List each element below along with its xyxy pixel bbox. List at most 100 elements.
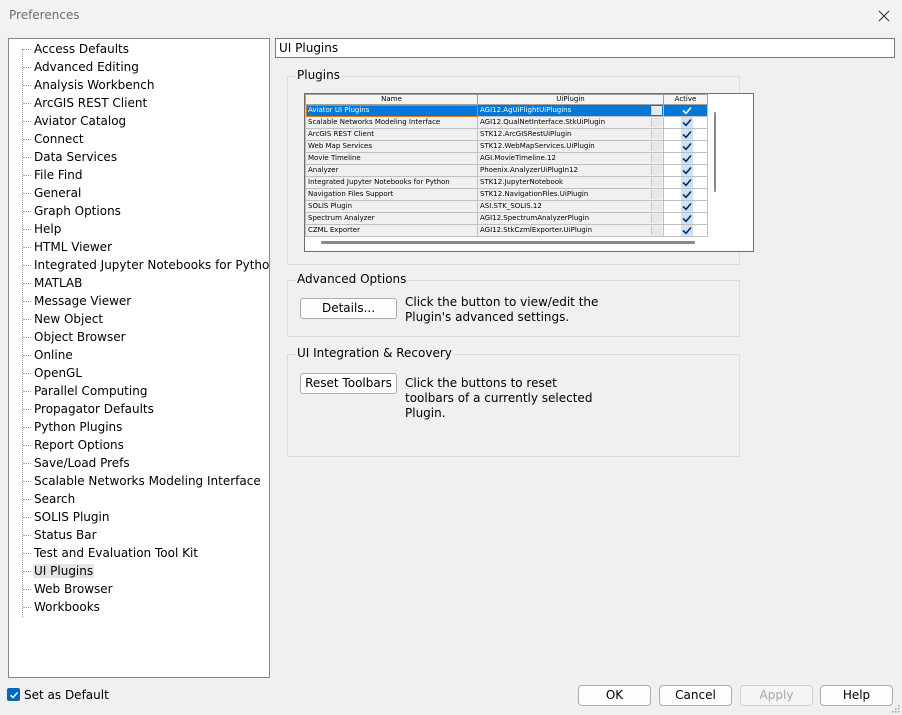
- active-checkbox[interactable]: [681, 201, 693, 212]
- preferences-tree[interactable]: Access Defaults Advanced Editing Analysis …: [8, 38, 270, 678]
- uiplugin-cell[interactable]: STK12.JupyterNotebook: [477, 176, 664, 189]
- table-row[interactable]: Navigation Files Support STK12.Navigation…: [305, 188, 708, 201]
- uiplugin-dropdown-button[interactable]: [651, 130, 662, 139]
- vertical-scrollbar[interactable]: [714, 112, 716, 192]
- table-row[interactable]: Spectrum Analyzer AGI12.SpectrumAnalyzerP…: [305, 212, 708, 225]
- active-checkbox[interactable]: [681, 225, 693, 236]
- plugin-name-cell[interactable]: Web Map Services: [305, 140, 478, 153]
- active-checkbox[interactable]: [681, 105, 693, 116]
- tree-item[interactable]: Access Defaults: [23, 40, 130, 58]
- horizontal-scrollbar[interactable]: [321, 241, 695, 244]
- tree-item[interactable]: Graph Options: [23, 202, 122, 220]
- plugin-name-cell[interactable]: SOLIS Plugin: [305, 200, 478, 213]
- plugin-name-cell[interactable]: Scalable Networks Modeling Interface: [305, 116, 478, 129]
- uiplugin-cell[interactable]: STK12.NavigationFiles.UiPlugin: [477, 188, 664, 201]
- resize-grip-icon[interactable]: [890, 703, 900, 713]
- tree-item[interactable]: File Find: [23, 166, 83, 184]
- uiplugin-cell[interactable]: AGI12.AgUiFlightUiPlugins: [477, 104, 664, 117]
- tree-item[interactable]: HTML Viewer: [23, 238, 113, 256]
- tree-item[interactable]: Test and Evaluation Tool Kit: [23, 544, 199, 562]
- table-row[interactable]: Integrated Jupyter Notebooks for Python S…: [305, 176, 708, 189]
- tree-item[interactable]: SOLIS Plugin: [23, 508, 110, 526]
- plugin-name-cell[interactable]: Analyzer: [305, 164, 478, 177]
- plugin-name-cell[interactable]: CZML Exporter: [305, 224, 478, 237]
- active-checkbox[interactable]: [681, 165, 693, 176]
- tree-item[interactable]: Aviator Catalog: [23, 112, 127, 130]
- set-as-default-checkbox[interactable]: [7, 688, 20, 701]
- active-checkbox[interactable]: [681, 213, 693, 224]
- cancel-button[interactable]: Cancel: [659, 685, 732, 706]
- active-checkbox[interactable]: [681, 141, 693, 152]
- tree-item[interactable]: Workbooks: [23, 598, 101, 616]
- tree-item[interactable]: Parallel Computing: [23, 382, 148, 400]
- table-row[interactable]: Web Map Services STK12.WebMapServices.UiP…: [305, 140, 708, 153]
- uiplugin-cell[interactable]: STK12.WebMapServices.UiPlugin: [477, 140, 664, 153]
- close-button[interactable]: [872, 4, 896, 28]
- uiplugin-cell[interactable]: AGI12.StkCzmlExporter.UiPlugin: [477, 224, 664, 237]
- column-header-name[interactable]: Name: [305, 94, 478, 105]
- tree-item[interactable]: Status Bar: [23, 526, 98, 544]
- set-as-default-label[interactable]: Set as Default: [24, 688, 109, 702]
- active-checkbox[interactable]: [681, 129, 693, 140]
- uiplugin-dropdown-button[interactable]: [651, 118, 662, 127]
- active-checkbox[interactable]: [681, 189, 693, 200]
- plugin-name-cell[interactable]: Movie Timeline: [305, 152, 478, 165]
- active-checkbox[interactable]: [681, 153, 693, 164]
- tree-item[interactable]: Web Browser: [23, 580, 114, 598]
- tree-item[interactable]: Python Plugins: [23, 418, 123, 436]
- plugin-name-cell[interactable]: ArcGIS REST Client: [305, 128, 478, 141]
- plugin-name-cell[interactable]: Aviator UI Plugins: [305, 104, 478, 117]
- uiplugin-dropdown-button[interactable]: [651, 226, 662, 235]
- tree-item[interactable]: MATLAB: [23, 274, 83, 292]
- table-row[interactable]: Movie Timeline AGI.MovieTimeline.12: [305, 152, 708, 165]
- ok-button[interactable]: OK: [578, 685, 651, 706]
- plugin-name-cell[interactable]: Spectrum Analyzer: [305, 212, 478, 225]
- uiplugin-dropdown-button[interactable]: [651, 106, 662, 115]
- uiplugin-cell[interactable]: ASI.STK_SOLIS.12: [477, 200, 664, 213]
- tree-item[interactable]: Help: [23, 220, 62, 238]
- uiplugin-dropdown-button[interactable]: [651, 190, 662, 199]
- reset-toolbars-button[interactable]: Reset Toolbars: [300, 373, 397, 394]
- tree-item[interactable]: Online: [23, 346, 74, 364]
- table-row[interactable]: Analyzer Phoenix.AnalyzerUiPlugIn12: [305, 164, 708, 177]
- table-row[interactable]: CZML Exporter AGI12.StkCzmlExporter.UiPlu…: [305, 224, 708, 237]
- tree-item[interactable]: Object Browser: [23, 328, 127, 346]
- uiplugin-dropdown-button[interactable]: [651, 142, 662, 151]
- table-row[interactable]: Aviator UI Plugins AGI12.AgUiFlightUiPlug…: [305, 104, 708, 117]
- tree-item[interactable]: Advanced Editing: [23, 58, 140, 76]
- uiplugin-dropdown-button[interactable]: [651, 166, 662, 175]
- plugin-name-cell[interactable]: Navigation Files Support: [305, 188, 478, 201]
- tree-item[interactable]: Report Options: [23, 436, 125, 454]
- uiplugin-cell[interactable]: AGI12.QualNetInterface.StkUiPlugin: [477, 116, 664, 129]
- tree-item[interactable]: Integrated Jupyter Notebooks for Python: [23, 256, 269, 274]
- uiplugin-cell[interactable]: AGI12.SpectrumAnalyzerPlugin: [477, 212, 664, 225]
- uiplugin-dropdown-button[interactable]: [651, 178, 662, 187]
- column-header-active[interactable]: Active: [663, 94, 708, 105]
- active-checkbox[interactable]: [681, 117, 693, 128]
- uiplugin-dropdown-button[interactable]: [651, 202, 662, 211]
- plugins-grid[interactable]: Name UiPlugin Active Aviator UI Plugins A…: [304, 93, 754, 252]
- active-checkbox[interactable]: [681, 177, 693, 188]
- tree-item[interactable]: Scalable Networks Modeling Interface: [23, 472, 262, 490]
- tree-item[interactable]: OpenGL: [23, 364, 83, 382]
- tree-item[interactable]: UI Plugins: [23, 562, 95, 580]
- table-row[interactable]: Scalable Networks Modeling Interface AGI1…: [305, 116, 708, 129]
- tree-item[interactable]: General: [23, 184, 82, 202]
- uiplugin-cell[interactable]: STK12.ArcGISRestUiPlugin: [477, 128, 664, 141]
- tree-item[interactable]: Save/Load Prefs: [23, 454, 131, 472]
- uiplugin-cell[interactable]: Phoenix.AnalyzerUiPlugIn12: [477, 164, 664, 177]
- uiplugin-dropdown-button[interactable]: [651, 214, 662, 223]
- tree-item[interactable]: Search: [23, 490, 76, 508]
- tree-item[interactable]: Propagator Defaults: [23, 400, 155, 418]
- help-button[interactable]: Help: [820, 685, 893, 706]
- table-row[interactable]: SOLIS Plugin ASI.STK_SOLIS.12: [305, 200, 708, 213]
- uiplugin-cell[interactable]: AGI.MovieTimeline.12: [477, 152, 664, 165]
- table-row[interactable]: ArcGIS REST Client STK12.ArcGISRestUiPlug…: [305, 128, 708, 141]
- plugin-name-cell[interactable]: Integrated Jupyter Notebooks for Python: [305, 176, 478, 189]
- tree-item[interactable]: New Object: [23, 310, 104, 328]
- column-header-uiplugin[interactable]: UiPlugin: [477, 94, 664, 105]
- tree-item[interactable]: Connect: [23, 130, 85, 148]
- tree-item[interactable]: ArcGIS REST Client: [23, 94, 148, 112]
- uiplugin-dropdown-button[interactable]: [651, 154, 662, 163]
- tree-item[interactable]: Data Services: [23, 148, 118, 166]
